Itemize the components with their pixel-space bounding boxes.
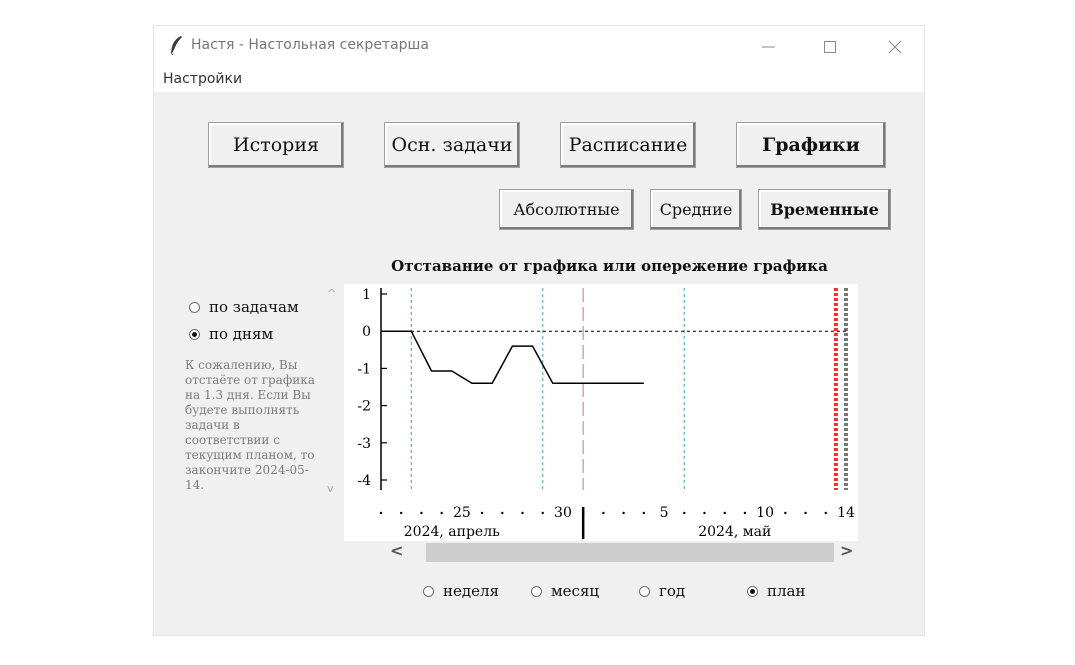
radio-by-days-label: по дням	[209, 325, 274, 343]
radio-plan-dot[interactable]	[747, 585, 758, 597]
feather-icon	[170, 36, 182, 57]
x-day-dot	[420, 511, 423, 515]
chevron-right-icon[interactable]: >	[840, 541, 853, 560]
x-day-dot	[703, 511, 706, 515]
status-message: К сожалению, Вы отстаёте от графика на 1…	[185, 358, 315, 492]
maximize-icon[interactable]	[810, 32, 850, 62]
y-tick-label: -2	[357, 399, 371, 415]
x-day-dot	[824, 511, 827, 515]
radio-year-dot[interactable]	[639, 585, 650, 597]
x-month-label: 2024, май	[698, 524, 771, 540]
radio-by-tasks-dot[interactable]	[189, 301, 200, 313]
chart-area: 1 0 -1 -2 -3 -4 25 30 5 10 14 2024, апрель 2024, май	[344, 284, 858, 541]
chevron-down-icon[interactable]: v	[327, 482, 334, 495]
x-day-dot	[521, 511, 524, 515]
radio-week-dot[interactable]	[423, 585, 434, 597]
radio-by-tasks[interactable]: по задачам	[189, 298, 299, 316]
radio-plan[interactable]: план	[747, 582, 805, 600]
x-day-dot	[804, 511, 807, 515]
x-tick-label: 5	[660, 505, 669, 521]
radio-year[interactable]: год	[639, 582, 685, 600]
chart-horizontal-scrollbar[interactable]: < >	[388, 540, 853, 564]
temporal-button[interactable]: Временные	[758, 189, 891, 230]
x-day-dot	[683, 511, 686, 515]
series-line	[381, 330, 644, 385]
radio-plan-label: план	[767, 582, 806, 600]
x-day-dot	[440, 511, 443, 515]
tab-history[interactable]: История	[208, 122, 344, 168]
info-scrollbar[interactable]: ^ v	[325, 284, 339, 499]
chart-canvas: 10-1-2-3-425 30 5 10 142024, апрель 2024, май	[357, 287, 855, 540]
x-day-dot	[622, 511, 625, 515]
radio-week[interactable]: неделя	[423, 582, 499, 600]
tab-main-tasks[interactable]: Осн. задачи	[384, 122, 520, 168]
absolute-button[interactable]: Абсолютные	[499, 189, 634, 230]
menu-bar: Настройки	[154, 68, 924, 92]
y-tick-label: 1	[362, 287, 371, 303]
y-tick-label: -3	[357, 436, 371, 452]
x-tick-label: 10	[756, 505, 774, 521]
y-tick-label: -1	[357, 361, 371, 377]
x-day-dot	[480, 511, 484, 515]
radio-month[interactable]: месяц	[531, 582, 599, 600]
menu-settings[interactable]: Настройки	[163, 71, 242, 87]
radio-by-days[interactable]: по дням	[189, 325, 273, 343]
tab-schedule[interactable]: Расписание	[560, 122, 696, 168]
title-bar: Настя - Настольная секретарша	[154, 26, 924, 68]
radio-month-label: месяц	[551, 582, 600, 600]
x-day-dot	[379, 511, 383, 515]
radio-by-tasks-label: по задачам	[209, 298, 299, 316]
x-tick-label: 30	[554, 505, 572, 521]
tab-charts[interactable]: Графики	[736, 122, 886, 168]
x-day-dot	[784, 511, 787, 515]
window-title: Настя - Настольная секретарша	[191, 37, 429, 53]
x-day-dot	[642, 511, 646, 515]
radio-week-label: неделя	[443, 582, 499, 600]
radio-year-label: год	[659, 582, 686, 600]
app-window: Настя - Настольная секретарша Настройки …	[154, 26, 924, 635]
x-day-dot	[541, 511, 544, 515]
x-day-dot	[743, 511, 747, 515]
radio-month-dot[interactable]	[531, 585, 542, 597]
minimize-icon[interactable]	[748, 32, 788, 62]
average-button[interactable]: Средние	[650, 189, 742, 230]
scrollbar-thumb[interactable]	[426, 543, 834, 562]
y-tick-label: 0	[362, 324, 371, 340]
x-month-label: 2024, апрель	[404, 524, 500, 540]
radio-by-days-dot[interactable]	[189, 328, 200, 340]
x-day-dot	[723, 511, 726, 515]
y-tick-label: -4	[357, 473, 371, 489]
x-tick-label: 25	[453, 505, 471, 521]
chevron-left-icon[interactable]: <	[390, 541, 403, 560]
x-tick-label: 14	[837, 505, 855, 521]
x-day-dot	[602, 511, 605, 515]
x-day-dot	[501, 511, 504, 515]
chevron-up-icon[interactable]: ^	[327, 287, 336, 300]
x-day-dot	[400, 511, 403, 515]
close-icon[interactable]	[875, 32, 915, 62]
chart-title: Отставание от графика или опережение гра…	[391, 257, 828, 275]
